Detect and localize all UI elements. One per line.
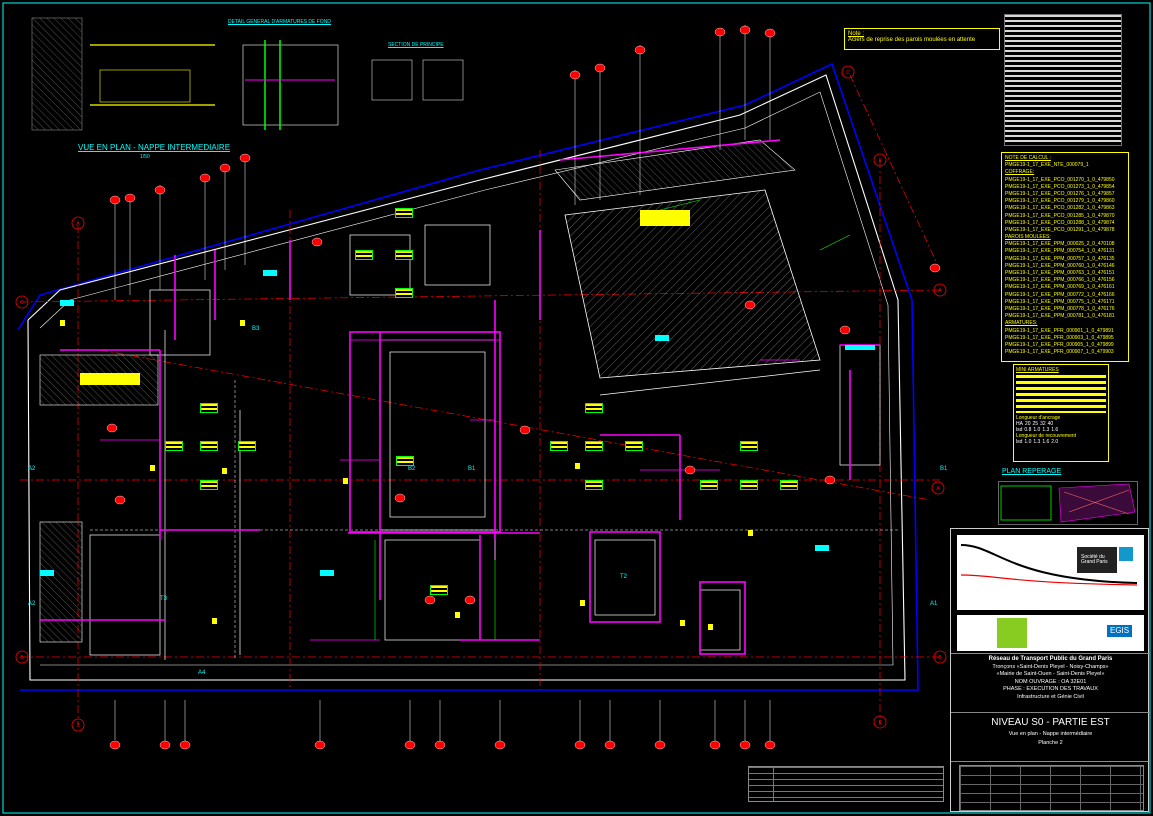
bar-tag[interactable]	[585, 403, 603, 413]
bar-tag[interactable]	[200, 441, 218, 451]
parois-ref: PMGE19-1_17_EXE_PPM_000760_1_0_476146	[1005, 262, 1115, 269]
detail-title-1: DETAIL GENERAL D'ARMATURES DE FOND	[228, 19, 331, 25]
svg-text:T3: T3	[160, 596, 168, 602]
parois-ref: PMGE19-1_17_EXE_PPM_000025_2_0_470108	[1005, 241, 1115, 248]
coffrage-ref: PMGE19-1_17_EXE_PCO_001279_1_0_479860	[1005, 198, 1115, 205]
parois-ref: PMGE19-1_17_EXE_PPM_000766_1_0_476156	[1005, 277, 1115, 284]
svg-text:A1: A1	[930, 601, 938, 607]
bar-tag[interactable]	[700, 480, 718, 490]
client-logo-text: Société du Grand Paris	[1081, 554, 1108, 565]
parois-ref: PMGE19-1_17_EXE_PPM_000775_1_0_476171	[1005, 298, 1115, 305]
svg-text:B1: B1	[940, 466, 948, 472]
svg-text:B1: B1	[468, 466, 476, 472]
coffrage-label: COFFRAGE:	[1005, 169, 1035, 176]
project-name: Réseau de Transport Public du Grand Pari…	[988, 656, 1113, 662]
bar-tag[interactable]	[740, 441, 758, 451]
level-title: NIVEAU S0 - PARTIE EST	[991, 717, 1110, 728]
sheet-number: Planche 2	[1038, 740, 1063, 746]
bar-tag[interactable]	[355, 250, 373, 260]
bar-tag[interactable]	[585, 480, 603, 490]
level-info: NIVEAU S0 - PARTIE EST Vue en plan - Nap…	[951, 711, 1150, 762]
view-title: VUE EN PLAN - NAPPE INTERMEDIAIRE	[78, 143, 231, 152]
bar-tag[interactable]	[585, 441, 603, 451]
bar-tag[interactable]	[625, 441, 643, 451]
revision-grid	[959, 765, 1144, 811]
coffrage-ref: PMGE19-1_17_EXE_PCO_001270_1_0_479850	[1005, 176, 1115, 183]
plan-reperage-thumbnail[interactable]	[998, 481, 1138, 525]
parois-ref: PMGE19-1_17_EXE_PPM_000772_1_0_476166	[1005, 291, 1115, 298]
svg-text:C: C	[846, 70, 850, 76]
contractor-logo-area: EGIS	[957, 615, 1144, 651]
bar-tag[interactable]	[396, 456, 414, 466]
plan-reperage-label: PLAN REPERAGE	[1002, 468, 1062, 475]
parois-ref: PMGE19-1_17_EXE_PPM_000754_1_0_476131	[1005, 248, 1115, 255]
bar-tag[interactable]	[165, 441, 183, 451]
contractor-badge: EGIS	[1107, 625, 1133, 637]
axis-label: A	[76, 221, 80, 227]
coffrage-ref: PMGE19-1_17_EXE_PCO_001285_1_0_479870	[1005, 212, 1115, 219]
svg-text:T2: T2	[620, 574, 628, 580]
bar-tag[interactable]	[395, 288, 413, 298]
svg-text:C: C	[20, 300, 24, 306]
project-info: Réseau de Transport Public du Grand Pari…	[951, 653, 1150, 713]
svg-text:A4: A4	[198, 670, 206, 676]
armatures-ref: PMGE19-1_17_EXE_PFR_000907_1_0_479903	[1005, 349, 1114, 356]
bar-tag[interactable]	[238, 441, 256, 451]
armatures-ref: PMGE19-1_17_EXE_PFR_000903_1_0_479895	[1005, 334, 1114, 341]
svg-text:2: 2	[77, 723, 80, 729]
svg-text:B2: B2	[408, 466, 416, 472]
reference-schedule: NOTE DE CALCUL : PMGE19-1_17_EXE_NTE_000…	[1001, 152, 1129, 362]
svg-text:B: B	[20, 655, 24, 661]
detail-title-2: SECTION DE PRINCIPE	[388, 42, 444, 48]
svg-text:B: B	[938, 655, 942, 661]
parois-ref: PMGE19-1_17_EXE_PPM_000757_1_0_476135	[1005, 255, 1115, 262]
note-text: Aciers de reprise des parois moulées en …	[848, 37, 976, 43]
svg-text:A: A	[936, 486, 940, 492]
coffrage-ref: PMGE19-1_17_EXE_PCO_001273_1_0_479854	[1005, 183, 1115, 190]
svg-text:A2: A2	[28, 601, 36, 607]
mini-armatures-box: MINI ARMATURES Longueur d'ancrage HA 20 25…	[1013, 364, 1109, 462]
bar-tag[interactable]	[395, 250, 413, 260]
coffrage-ref: PMGE19-1_17_EXE_PCO_001291_1_0_479878	[1005, 226, 1115, 233]
armatures-ref: PMGE19-1_17_EXE_PFR_000905_1_0_479899	[1005, 341, 1114, 348]
bar-tag[interactable]	[550, 441, 568, 451]
detail-area	[31, 17, 464, 131]
svg-text:6: 6	[879, 720, 882, 726]
mini-title: MINI ARMATURES	[1016, 367, 1059, 373]
hatched-slab	[564, 189, 821, 379]
bar-tag[interactable]	[740, 480, 758, 490]
bar-tag[interactable]	[780, 480, 798, 490]
bar-tag[interactable]	[200, 480, 218, 490]
revision-table	[748, 766, 944, 802]
leaders	[114, 25, 771, 745]
bar-tag[interactable]	[395, 208, 413, 218]
coffrage-ref: PMGE19-1_17_EXE_PCO_001288_1_0_479874	[1005, 219, 1115, 226]
zone-label: A2	[28, 466, 36, 472]
bar-tag[interactable]	[430, 585, 448, 595]
armatures-ref: PMGE19-1_17_EXE_PFR_000901_1_0_479891	[1005, 327, 1114, 334]
schedule-title: NOTE DE CALCUL :	[1005, 155, 1051, 161]
coffrage-ref: PMGE19-1_17_EXE_PCO_001276_1_0_479857	[1005, 190, 1115, 197]
calc-ref: PMGE19-1_17_EXE_NTE_000079_1	[1005, 162, 1089, 169]
parois-ref: PMGE19-1_17_EXE_PPM_000769_1_0_476161	[1005, 284, 1115, 291]
parois-ref: PMGE19-1_17_EXE_PPM_000781_1_0_476181	[1005, 313, 1115, 320]
title-block: Société du Grand Paris EGIS Réseau de Tr…	[950, 528, 1150, 812]
client-logo-area: Société du Grand Paris	[957, 535, 1144, 610]
parois-label: PAROIS MOULEES:	[1005, 234, 1051, 241]
svg-text:A: A	[938, 288, 942, 294]
coffrage-ref: PMGE19-1_17_EXE_PCO_001282_1_0_479863	[1005, 205, 1115, 212]
armatures-label: ARMATURES:	[1005, 320, 1038, 327]
parois-ref: PMGE19-1_17_EXE_PPM_000778_1_0_476176	[1005, 305, 1115, 312]
bar-tag[interactable]	[200, 403, 218, 413]
view-scale: 1/50	[140, 154, 150, 160]
svg-text:6: 6	[879, 158, 882, 164]
parois-ref: PMGE19-1_17_EXE_PPM_000763_1_0_476151	[1005, 270, 1115, 276]
legend-table	[1004, 14, 1122, 146]
svg-text:B3: B3	[252, 326, 260, 332]
note-box: Note : Aciers de reprise des parois moul…	[844, 28, 1000, 50]
level-subtitle: Vue en plan - Nappe intermédiaire	[1008, 731, 1093, 737]
